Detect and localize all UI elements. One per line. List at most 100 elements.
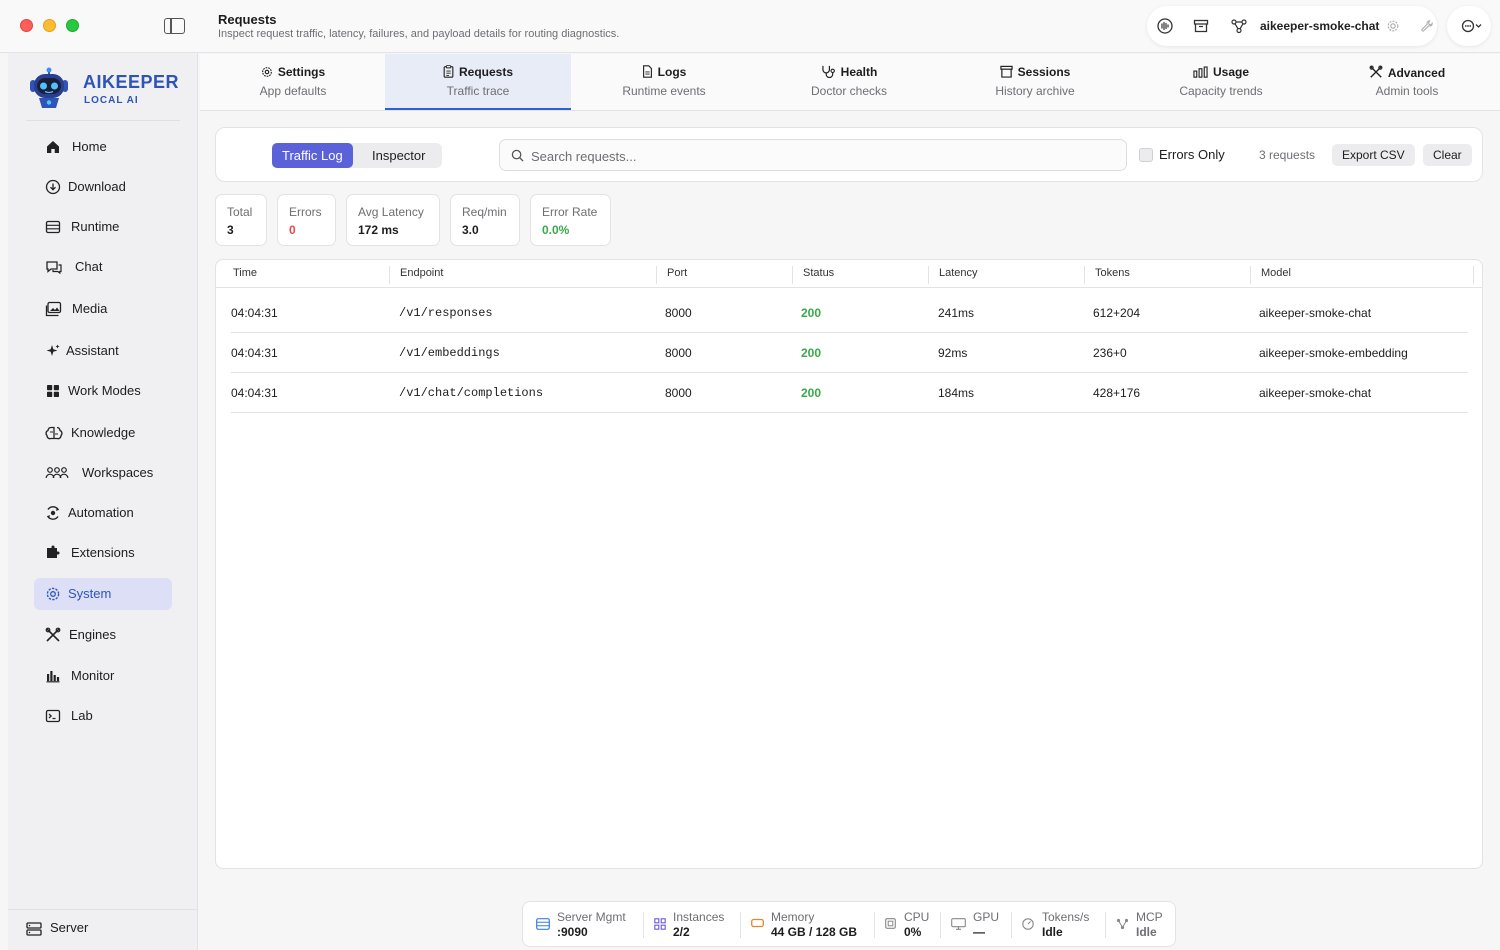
sidebar-item-label: Home [72, 139, 107, 154]
sidebar-item-engines[interactable]: Engines [34, 619, 172, 651]
sidebar-item-assistant[interactable]: Assistant [34, 335, 172, 367]
sidebar-item-runtime[interactable]: Runtime [34, 211, 172, 243]
tab-advanced[interactable]: Advanced Admin tools [1314, 54, 1500, 110]
column-header-endpoint[interactable]: Endpoint [390, 267, 443, 287]
divider [940, 912, 941, 938]
brand: AIKEEPER LOCAL AI [26, 67, 186, 111]
view-segmented-control: Traffic Log Inspector [272, 143, 442, 168]
status-value: 0% [904, 925, 922, 939]
tab-logs[interactable]: Logs Runtime events [571, 54, 757, 110]
brand-name: AIKEEPER [83, 72, 180, 92]
stat-value: 0.0% [542, 223, 570, 237]
robot-logo-icon [30, 67, 68, 108]
sidebar-item-home[interactable]: Home [34, 131, 172, 163]
table-row[interactable]: 04:04:31 /v1/embeddings 8000 200 92ms 23… [231, 333, 1468, 373]
archive-icon[interactable] [1193, 18, 1209, 34]
sidebar-item-download[interactable]: Download [34, 171, 172, 203]
sidebar-item-knowledge[interactable]: Knowledge [34, 417, 172, 449]
sidebar-item-automation[interactable]: Automation [34, 497, 172, 529]
stethoscope-icon [821, 65, 835, 79]
active-model-label[interactable]: aikeeper-smoke-chat [1260, 19, 1379, 33]
tab-usage[interactable]: Usage Capacity trends [1128, 54, 1314, 110]
segment-inspector[interactable]: Inspector [362, 143, 435, 168]
tools-icon [45, 627, 61, 642]
cell-time: 04:04:31 [231, 346, 278, 360]
window-minimize-button[interactable] [43, 19, 56, 32]
sidebar-item-label: Download [68, 179, 126, 194]
sidebar-item-chat[interactable]: Chat [34, 251, 172, 283]
stat-value: 3.0 [462, 223, 479, 237]
export-csv-button[interactable]: Export CSV [1332, 144, 1415, 166]
errors-only-label[interactable]: Errors Only [1159, 147, 1225, 162]
gear-icon[interactable] [1386, 19, 1400, 33]
window-close-button[interactable] [20, 19, 33, 32]
sidebar-item-label: Engines [69, 627, 116, 642]
cell-time: 04:04:31 [231, 306, 278, 320]
window-zoom-button[interactable] [66, 19, 79, 32]
divider [1105, 912, 1106, 938]
graph-icon[interactable] [1231, 18, 1247, 34]
sidebar-item-system[interactable]: System [34, 578, 172, 610]
cell-port: 8000 [665, 386, 692, 400]
tab-requests[interactable]: Requests Traffic trace [385, 54, 571, 110]
status-label: Memory [771, 910, 815, 924]
archive-icon [999, 65, 1013, 78]
column-header-time[interactable]: Time [223, 267, 257, 287]
cell-time: 04:04:31 [231, 386, 278, 400]
tab-label: Advanced [1387, 66, 1446, 80]
wrench-icon[interactable] [1420, 19, 1434, 33]
cell-port: 8000 [665, 346, 692, 360]
divider [643, 912, 644, 938]
sidebar-item-label: Monitor [71, 668, 115, 683]
stat-value: 3 [227, 223, 234, 237]
waveform-icon[interactable] [1157, 18, 1173, 34]
tab-health[interactable]: Health Doctor checks [756, 54, 942, 110]
status-label: Tokens/s [1042, 910, 1090, 924]
stat-total: Total 3 [215, 194, 267, 246]
more-menu-button[interactable] [1447, 6, 1491, 46]
divider [740, 912, 741, 938]
column-header-port[interactable]: Port [657, 267, 687, 287]
search-input[interactable] [531, 145, 1111, 167]
clear-button[interactable]: Clear [1423, 144, 1472, 166]
divider [1011, 912, 1012, 938]
segment-traffic-log[interactable]: Traffic Log [272, 143, 353, 168]
column-header-latency[interactable]: Latency [929, 267, 978, 287]
cell-model: aikeeper-smoke-chat [1259, 386, 1372, 400]
column-header-status[interactable]: Status [793, 267, 834, 287]
sidebar-server-button[interactable]: Server [8, 909, 198, 950]
filter-bar: Traffic Log Inspector Errors Only 3 requ… [215, 127, 1483, 182]
sidebar-item-extensions[interactable]: Extensions [34, 537, 172, 569]
sidebar-item-work-modes[interactable]: Work Modes [34, 375, 172, 407]
stat-errors: Errors 0 [277, 194, 336, 246]
column-header-tokens[interactable]: Tokens [1085, 267, 1130, 287]
sidebar-item-monitor[interactable]: Monitor [34, 660, 172, 692]
sidebar-item-workspaces[interactable]: Workspaces [34, 457, 172, 489]
sidebar-item-lab[interactable]: Lab [34, 700, 172, 732]
divider [874, 912, 875, 938]
media-icon [45, 301, 62, 317]
cell-tokens: 612+204 [1093, 306, 1141, 320]
errors-only-checkbox[interactable] [1139, 148, 1153, 162]
column-divider[interactable] [1473, 266, 1474, 284]
status-bar: Server Mgmt :9090 Instances 2/2 Memory 4… [522, 901, 1176, 947]
cell-port: 8000 [665, 306, 692, 320]
cell-endpoint: /v1/responses [399, 306, 493, 320]
sidebar-item-label: Assistant [66, 343, 119, 358]
tab-sublabel: Capacity trends [1179, 84, 1263, 98]
memory-icon [751, 918, 764, 928]
grid-icon [654, 918, 666, 930]
tab-sublabel: Traffic trace [446, 84, 510, 98]
table-row[interactable]: 04:04:31 /v1/responses 8000 200 241ms 61… [231, 293, 1468, 333]
chart-bars-icon [1193, 66, 1208, 78]
puzzle-icon [47, 545, 60, 558]
tab-settings[interactable]: Settings App defaults [200, 54, 386, 110]
sidebar-item-media[interactable]: Media [34, 293, 172, 325]
column-header-model[interactable]: Model [1251, 267, 1291, 287]
cpu-icon [885, 918, 896, 929]
table-row[interactable]: 04:04:31 /v1/chat/completions 8000 200 1… [231, 373, 1468, 413]
tab-sessions[interactable]: Sessions History archive [942, 54, 1128, 110]
status-value: — [973, 925, 985, 939]
sidebar-toggle-icon[interactable] [164, 18, 185, 34]
status-label: Instances [673, 910, 725, 924]
